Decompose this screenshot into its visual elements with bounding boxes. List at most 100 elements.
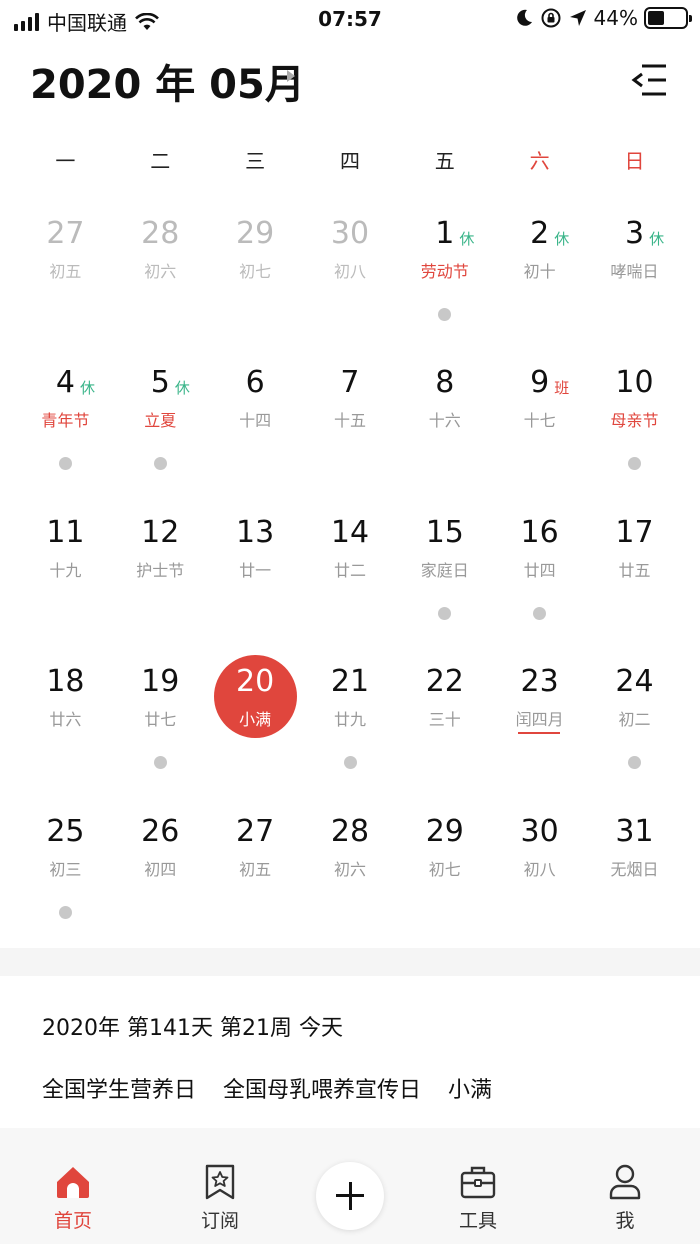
day-number: 7 <box>340 365 360 401</box>
calendar-day[interactable]: 3 哮喘日 休 <box>587 200 682 349</box>
day-number: 20 <box>236 664 275 700</box>
tab-home[interactable]: 首页 <box>23 1162 123 1233</box>
calendar-day[interactable]: 17 廿五 <box>587 499 682 648</box>
calendar-week-row: 11 十九 12 护士节 13 廿一 14 廿二 15 家庭日 16 廿四 17 廿五 <box>18 499 682 648</box>
calendar-day[interactable]: 6 十四 <box>208 349 303 498</box>
event-dot <box>59 457 72 471</box>
calendar-day[interactable]: 16 廿四 <box>492 499 587 648</box>
event-label[interactable]: 小满 <box>448 1078 492 1103</box>
lunar-label: 廿七 <box>144 710 177 730</box>
month-title[interactable]: 2020 年 05月 <box>30 52 305 110</box>
calendar-day[interactable]: 18 廿六 <box>18 648 113 797</box>
calendar-day-today[interactable]: 20 小满 <box>208 648 303 797</box>
day-number: 12 <box>141 514 180 550</box>
day-number: 30 <box>520 813 559 849</box>
tab-me[interactable]: 我 <box>575 1162 675 1233</box>
calendar-day[interactable]: 30 初八 <box>492 798 587 947</box>
calendar-day[interactable]: 9 十七 班 <box>492 349 587 498</box>
calendar-day[interactable]: 23 闰四月 <box>492 648 587 797</box>
tab-subscribe[interactable]: 订阅 <box>170 1162 270 1233</box>
calendar-day[interactable]: 13 廿一 <box>208 499 303 648</box>
calendar-day[interactable]: 4 青年节 休 <box>18 349 113 498</box>
day-number: 28 <box>141 216 180 251</box>
calendar-day[interactable]: 24 初二 <box>587 648 682 797</box>
day-number: 3 <box>624 216 645 251</box>
toolbox-icon <box>460 1166 496 1199</box>
day-number: 14 <box>330 514 370 550</box>
event-dot <box>438 308 452 321</box>
event-label[interactable]: 全国母乳喂养宣传日 <box>223 1078 421 1103</box>
person-icon <box>609 1164 641 1200</box>
event-dot <box>343 756 357 770</box>
lunar-label: 三十 <box>428 710 461 730</box>
calendar-day[interactable]: 19 廿七 <box>113 648 208 797</box>
event-dot <box>628 457 642 471</box>
holiday-tag: 休 <box>174 379 190 398</box>
calendar-day[interactable]: 22 三十 <box>397 648 492 797</box>
day-info: 2020年 第141天 第21周 今天 全国学生营养日 全国母乳喂养宣传日 小满 <box>42 1010 682 1104</box>
calendar-day[interactable]: 29 初七 <box>397 798 492 947</box>
month-picker-arrow-icon[interactable] <box>287 70 295 82</box>
lunar-label: 初三 <box>49 859 82 879</box>
day-number: 4 <box>55 365 75 401</box>
status-bar: 中国联通 07:57 44% <box>0 0 700 40</box>
event-dot <box>533 606 547 620</box>
battery-percent: 44% <box>593 6 638 30</box>
event-dot <box>628 756 642 770</box>
lunar-label: 廿五 <box>618 560 651 580</box>
lunar-label: 初六 <box>144 262 177 281</box>
holiday-tag: 休 <box>554 230 570 248</box>
calendar-day[interactable]: 26 初四 <box>113 798 208 947</box>
calendar-day[interactable]: 27 初五 <box>18 200 113 349</box>
moon-icon <box>516 9 532 26</box>
workday-tag: 班 <box>554 379 570 398</box>
tab-me-label: 我 <box>615 1210 635 1232</box>
section-divider <box>0 948 700 976</box>
calendar-day[interactable]: 21 廿九 <box>303 648 398 797</box>
day-number: 22 <box>425 664 464 700</box>
lunar-label: 青年节 <box>41 411 90 431</box>
day-number: 5 <box>150 365 170 401</box>
calendar-day[interactable]: 10 母亲节 <box>587 349 682 498</box>
day-number: 29 <box>236 216 275 251</box>
day-number: 11 <box>46 514 85 550</box>
lunar-label: 护士节 <box>136 560 185 580</box>
calendar-day[interactable]: 27 初五 <box>208 798 303 947</box>
tab-tools[interactable]: 工具 <box>428 1162 528 1233</box>
lunar-label: 无烟日 <box>610 859 659 879</box>
day-number: 31 <box>615 813 654 849</box>
calendar-day[interactable]: 8 十六 <box>397 349 492 498</box>
event-label[interactable]: 全国学生营养日 <box>42 1078 196 1103</box>
day-number: 8 <box>435 365 455 401</box>
calendar-day[interactable]: 25 初三 <box>18 798 113 947</box>
calendar-day[interactable]: 30 初八 <box>303 200 398 349</box>
tab-subscribe-label: 订阅 <box>200 1210 239 1232</box>
calendar-day[interactable]: 29 初七 <box>208 200 303 349</box>
menu-collapse-icon[interactable] <box>630 60 670 100</box>
home-icon <box>57 1167 89 1198</box>
calendar-day[interactable]: 12 护士节 <box>113 499 208 648</box>
calendar-week-row: 27 初五 28 初六 29 初七 30 初八 1 劳动节休 2 初十休 3 哮喘日休 <box>18 200 682 349</box>
calendar-day[interactable]: 31 无烟日 <box>587 798 682 947</box>
calendar-day[interactable]: 7 十五 <box>303 349 398 498</box>
calendar-day[interactable]: 14 廿二 <box>303 499 398 648</box>
weekday-label: 三 <box>245 149 266 173</box>
day-number: 29 <box>425 813 464 849</box>
day-number: 24 <box>615 664 654 700</box>
lunar-label: 廿二 <box>333 560 366 580</box>
calendar-day[interactable]: 5 立夏 休 <box>113 349 208 498</box>
add-button[interactable] <box>316 1162 384 1230</box>
weekday-label: 一 <box>55 149 76 173</box>
event-dot <box>59 905 72 919</box>
calendar-day[interactable]: 1 劳动节 休 <box>397 200 492 349</box>
tab-home-label: 首页 <box>53 1210 92 1232</box>
calendar-day[interactable]: 28 初六 <box>113 200 208 349</box>
lunar-label: 廿九 <box>333 710 366 730</box>
calendar-grid: 27 初五 28 初六 29 初七 30 初八 1 劳动节休 2 初十休 3 哮喘日休 4 青年节休 5 立夏休 6… <box>18 200 682 947</box>
calendar-day[interactable]: 15 家庭日 <box>397 499 492 648</box>
calendar-day[interactable]: 28 初六 <box>303 798 398 947</box>
holiday-tag: 休 <box>649 230 665 248</box>
lunar-label: 廿一 <box>239 560 272 580</box>
calendar-day[interactable]: 11 十九 <box>18 499 113 648</box>
calendar-day[interactable]: 2 初十 休 <box>492 200 587 349</box>
